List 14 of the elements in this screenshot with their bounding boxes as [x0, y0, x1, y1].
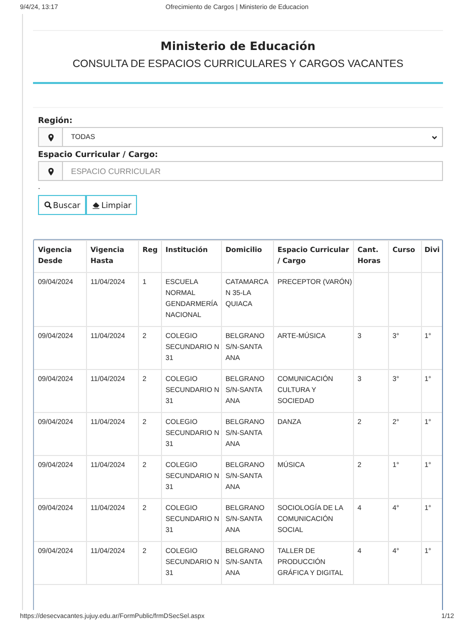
chevron-down-icon: [431, 134, 438, 140]
location-pin-icon: [46, 166, 54, 176]
field-label: Región:: [38, 115, 74, 127]
search-field[interactable]: ESPACIO CURRICULAR: [38, 161, 443, 181]
eraser-icon: [92, 201, 100, 209]
search-icon: [44, 201, 52, 209]
field-label: Espacio Curricular / Cargo:: [38, 149, 159, 161]
location-pin-icon: [46, 132, 54, 142]
search-button[interactable]: Buscar: [38, 195, 86, 215]
dot-mark: .: [38, 183, 42, 191]
heading-subtitle: CONSULTA DE ESPACIOS CURRICULARES Y CARGOS VACANTES: [72, 57, 404, 72]
search-input[interactable]: ESPACIO CURRICULAR: [71, 166, 438, 176]
heading-title: Ministerio de Educación: [160, 38, 316, 54]
clear-button[interactable]: Limpiar: [86, 195, 138, 215]
